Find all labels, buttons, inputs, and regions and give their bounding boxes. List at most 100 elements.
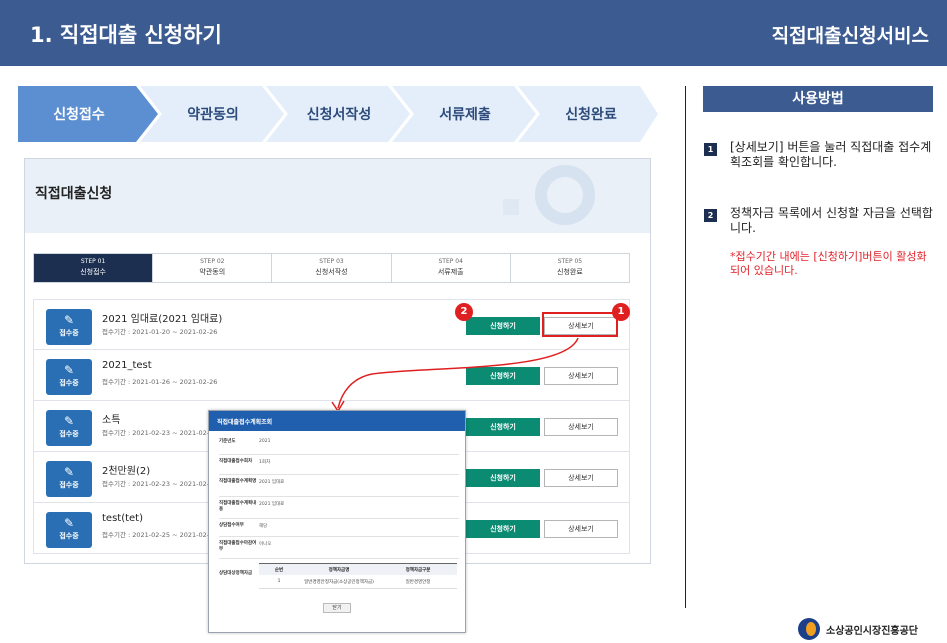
service-title: 직접대출신청서비스 bbox=[771, 25, 929, 47]
tab-step-number: STEP 01 bbox=[80, 258, 106, 265]
table-header-cell: 정책자금구분 bbox=[405, 567, 431, 573]
table-row: 1 일반경영안정자금(소상공인정책자금) 일반경영안정 bbox=[259, 575, 457, 589]
loan-name: 2천만원(2) bbox=[102, 466, 151, 477]
detail-button[interactable]: 상세보기 bbox=[544, 520, 618, 538]
org-logo-icon bbox=[798, 618, 820, 640]
page-title: 1. 직접대출 신청하기 bbox=[30, 23, 222, 47]
process-flow: 신청접수 약관동의 신청서작성 서류제출 신청완료 bbox=[18, 86, 658, 142]
pencil-icon: ✎ bbox=[63, 516, 75, 530]
loan-period: 접수기간 : 2021-02-23 ~ 2021-02-26 bbox=[102, 429, 218, 437]
apply-button[interactable]: 신청하기 bbox=[466, 418, 540, 436]
loan-period: 접수기간 : 2021-02-25 ~ 2021-02-26 bbox=[102, 531, 218, 539]
status-icon: ✎ 접수중 bbox=[46, 359, 92, 395]
popup-close-button[interactable]: 닫기 bbox=[323, 603, 351, 613]
popup-row-value: 1회차 bbox=[259, 460, 271, 465]
status-label: 접수중 bbox=[59, 430, 79, 438]
flow-step-apply: 신청접수 bbox=[53, 107, 105, 123]
status-icon: ✎ 접수중 bbox=[46, 410, 92, 446]
flow-step-complete: 신청완료 bbox=[565, 107, 617, 123]
popup-row: 직접대출접수회차 1회차 bbox=[219, 455, 459, 475]
apply-button[interactable]: 신청하기 bbox=[466, 317, 540, 335]
header-banner: 1. 직접대출 신청하기 직접대출신청서비스 bbox=[0, 0, 947, 66]
status-label: 접수중 bbox=[59, 329, 79, 337]
popup-row-label: 기준년도 bbox=[219, 439, 236, 444]
org-logo: 소상공인시장진흥공단 bbox=[798, 618, 918, 640]
status-label: 접수중 bbox=[59, 532, 79, 540]
popup-table-header: 순번 정책자금명 정책자금구분 bbox=[259, 563, 457, 575]
popup-table-label: 상담대상정책자금 bbox=[219, 571, 253, 576]
tab-step-name: 신청접수 bbox=[80, 268, 106, 276]
tab-step-number: STEP 03 bbox=[319, 258, 344, 265]
tab-step-number: STEP 05 bbox=[557, 258, 583, 265]
instruction-text: 정책자금 목록에서 신청할 자금을 선택합니다. bbox=[730, 206, 933, 235]
step-tabs: STEP 01 신청접수 STEP 02 약관동의 STEP 03 신청서작성 STE… bbox=[33, 253, 630, 283]
tab-step-name: 신청서작성 bbox=[315, 268, 348, 276]
decor-square bbox=[503, 199, 519, 215]
apply-button[interactable]: 신청하기 bbox=[466, 520, 540, 538]
tab-step-2[interactable]: STEP 02 약관동의 bbox=[153, 254, 273, 282]
table-header-cell: 순번 bbox=[274, 567, 284, 573]
tab-step-number: STEP 04 bbox=[438, 258, 463, 265]
pencil-icon: ✎ bbox=[63, 465, 75, 479]
instruction-text: [상세보기] 버튼을 눌러 직접대출 접수계획조회를 확인합니다. bbox=[730, 140, 932, 169]
table-cell: 일반경영안정 bbox=[405, 579, 431, 585]
loan-period: 접수기간 : 2021-02-23 ~ 2021-02-26 bbox=[102, 480, 218, 488]
loan-name: 2021_test bbox=[102, 360, 152, 371]
apply-button[interactable]: 신청하기 bbox=[466, 469, 540, 487]
tab-step-5[interactable]: STEP 05 신청완료 bbox=[510, 254, 630, 282]
status-label: 접수중 bbox=[59, 379, 79, 387]
flow-step-form: 신청서작성 bbox=[306, 107, 372, 123]
status-icon: ✎ 접수중 bbox=[46, 461, 92, 497]
apply-button[interactable]: 신청하기 bbox=[466, 367, 540, 385]
pencil-icon: ✎ bbox=[63, 313, 75, 327]
tab-step-name: 서류제출 bbox=[437, 268, 464, 276]
status-icon: ✎ 접수중 bbox=[46, 309, 92, 345]
popup-row-label: 직접대출접수회차 bbox=[219, 459, 253, 464]
popup-row-value: 2021 bbox=[259, 439, 271, 444]
org-name: 소상공인시장진흥공단 bbox=[826, 625, 918, 637]
flow-step-terms: 약관동의 bbox=[187, 107, 239, 123]
tab-step-1[interactable]: STEP 01 신청접수 bbox=[34, 254, 154, 282]
loan-name: test(tet) bbox=[102, 513, 144, 524]
usage-title: 사용방법 bbox=[703, 86, 933, 112]
tab-step-name: 약관동의 bbox=[199, 268, 226, 276]
popup-row-label: 상담접수여부 bbox=[219, 523, 244, 528]
detail-button[interactable]: 상세보기 bbox=[544, 418, 618, 436]
tab-step-3[interactable]: STEP 03 신청서작성 bbox=[272, 254, 392, 282]
table-cell: 일반경영안정자금(소상공인정책자금) bbox=[304, 579, 374, 585]
popup-row: 직접대출접수계획명 2021 임대료 bbox=[219, 475, 459, 497]
table-header-cell: 정책자금명 bbox=[328, 567, 350, 573]
instruction-number: 1 bbox=[704, 143, 717, 156]
decor-circle bbox=[535, 165, 595, 225]
tab-step-4[interactable]: STEP 04 서류제출 bbox=[391, 254, 511, 282]
popup-title: 직접대출접수계획조회 bbox=[209, 411, 465, 431]
popup-row-label: 직접대출접수마감여부 bbox=[219, 541, 257, 552]
loan-period: 접수기간 : 2021-01-20 ~ 2021-02-26 bbox=[102, 328, 218, 336]
badge-one: 1 bbox=[612, 303, 630, 321]
instruction-number: 2 bbox=[704, 209, 717, 222]
popup-row-value: 아니오 bbox=[259, 542, 272, 547]
popup-row: 기준년도 2021 bbox=[219, 435, 459, 455]
loan-row: ✎ 접수중 2021 임대료(2021 임대료) 접수기간 : 2021-01-2… bbox=[33, 299, 630, 350]
popup-row-value: 해당 bbox=[259, 524, 268, 529]
loan-name: 소특 bbox=[102, 415, 121, 426]
loan-name: 2021 임대료(2021 임대료) bbox=[102, 314, 223, 325]
tab-step-name: 신청완료 bbox=[557, 268, 583, 276]
badge-two: 2 bbox=[455, 303, 473, 321]
detail-highlight-box bbox=[542, 312, 618, 337]
popup-row-label: 직접대출접수계획명 bbox=[219, 479, 257, 484]
detail-button[interactable]: 상세보기 bbox=[544, 367, 618, 385]
loan-row: ✎ 접수중 2021_test 접수기간 : 2021-01-26 ~ 2021-… bbox=[33, 350, 630, 401]
detail-button[interactable]: 상세보기 bbox=[544, 469, 618, 487]
table-cell: 1 bbox=[277, 579, 281, 584]
tab-step-number: STEP 02 bbox=[200, 258, 225, 265]
pencil-icon: ✎ bbox=[63, 414, 75, 428]
popup-row: 직접대출접수마감여부 아니오 bbox=[219, 537, 459, 559]
status-label: 접수중 bbox=[59, 481, 79, 489]
instruction-note: *접수기간 내에는 [신청하기]버튼이 활성화 되어 있습니다. bbox=[730, 250, 927, 277]
popup-row-value: 2021 임대료 bbox=[259, 480, 285, 485]
popup-row: 직접대출접수계획내용 2021 임대료 bbox=[219, 497, 459, 519]
panel-title: 직접대출신청 bbox=[35, 186, 113, 202]
popup-row: 상담접수여부 해당 bbox=[219, 519, 459, 537]
popup-table: 순번 정책자금명 정책자금구분 1 일반경영안정자금(소상공인정책자금) 일반경… bbox=[259, 563, 457, 589]
